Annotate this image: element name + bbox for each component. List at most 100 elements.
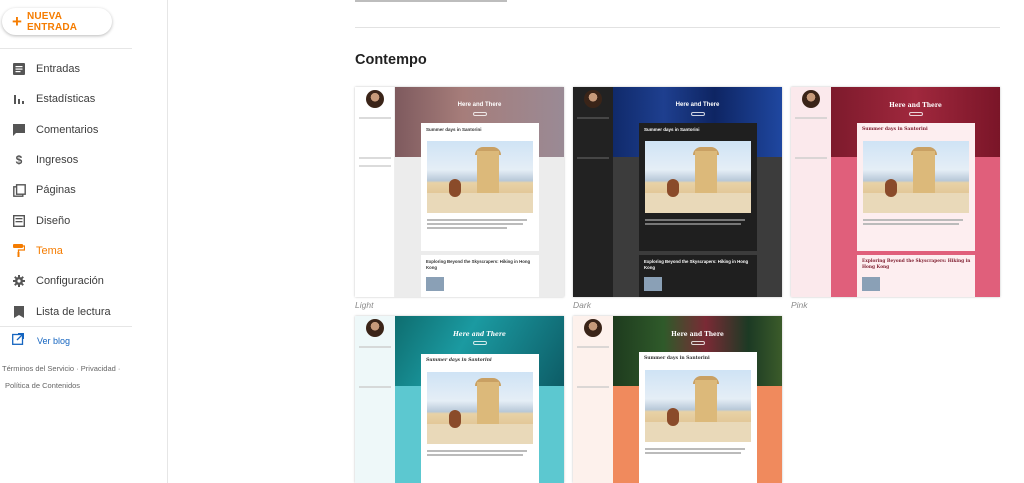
dollar-icon: $ <box>15 153 23 168</box>
theme-sidebar <box>355 87 395 297</box>
sidebar-item-comentarios[interactable]: Comentarios <box>0 115 168 145</box>
privacy-link[interactable]: Privacidad <box>81 364 116 373</box>
sidebar-item-label: Estadísticas <box>36 93 96 106</box>
theme-sidebar <box>573 87 613 297</box>
text-line <box>577 157 609 159</box>
post-image <box>862 277 880 291</box>
theme-header-title: Here and There <box>457 102 502 108</box>
avatar <box>802 90 820 108</box>
theme-post-card: Summer days in Santorini <box>639 352 757 483</box>
view-blog-link[interactable]: Ver blog <box>12 332 70 350</box>
sidebar-item-estadisticas[interactable]: Estadísticas <box>0 84 168 114</box>
sidebar-item-label: Entradas <box>36 63 81 76</box>
theme-post2-title: Exploring Beyond the Skyscrapers: Hiking… <box>862 259 971 270</box>
text-line <box>359 157 391 159</box>
post-image <box>427 141 533 213</box>
theme-post-card: Summer days in Santorini <box>421 123 539 251</box>
theme-header-title: Here and There <box>671 331 724 338</box>
sidebar: + NUEVA ENTRADA Entradas Estadísticas Co… <box>0 0 168 483</box>
text-line <box>645 219 745 221</box>
plus-icon: + <box>12 12 22 31</box>
theme-label-dark: Dark <box>573 300 591 310</box>
sidebar-item-diseno[interactable]: Diseño <box>0 205 168 235</box>
text-line <box>795 117 827 119</box>
main-content: Contempo Here and There Summer days in S… <box>168 0 1024 483</box>
post-image <box>863 141 969 213</box>
sidebar-item-ingresos[interactable]: $ Ingresos <box>0 145 168 175</box>
new-entry-button[interactable]: + NUEVA ENTRADA <box>2 8 112 35</box>
text-line <box>427 219 527 221</box>
theme-thumbnail-sea[interactable]: Here and There Summer days in Santorini <box>355 316 564 483</box>
text-line <box>577 346 609 348</box>
paint-roller-icon <box>12 244 26 258</box>
footer-separator: · <box>117 364 121 373</box>
external-link-icon <box>12 332 25 350</box>
text-line <box>427 450 527 452</box>
footer-separator: · <box>76 364 79 373</box>
sidebar-item-lista-lectura[interactable]: Lista de lectura <box>0 296 168 326</box>
header-pill <box>909 112 923 116</box>
sidebar-item-label: Páginas <box>36 184 76 197</box>
text-line <box>427 454 523 456</box>
theme-post-title: Summer days in Santorini <box>862 127 928 132</box>
layout-icon <box>12 214 26 228</box>
sidebar-item-label: Configuración <box>36 275 104 288</box>
header-pill <box>473 112 487 116</box>
theme-header-title: Here and There <box>675 102 720 108</box>
theme-thumbnail-pink[interactable]: Here and There Summer days in Santorini … <box>791 87 1000 297</box>
sidebar-item-entradas[interactable]: Entradas <box>0 54 168 84</box>
sidebar-divider <box>0 326 132 327</box>
section-title: Contempo <box>355 52 427 68</box>
sidebar-item-label: Comentarios <box>36 123 99 136</box>
theme-thumbnail-light[interactable]: Here and There Summer days in Santorini … <box>355 87 564 297</box>
text-line <box>427 223 523 225</box>
avatar <box>584 319 602 337</box>
theme-post-card: Exploring Beyond the Skyscrapers: Hiking… <box>639 255 757 297</box>
sidebar-footer: Términos del Servicio · Privacidad · Pol… <box>2 360 162 394</box>
sidebar-item-label: Tema <box>36 244 63 257</box>
header-pill <box>691 341 705 345</box>
avatar <box>366 319 384 337</box>
sidebar-item-paginas[interactable]: Páginas <box>0 175 168 205</box>
theme-sidebar <box>791 87 831 297</box>
sidebar-item-label: Ingresos <box>36 154 79 167</box>
sidebar-item-configuracion[interactable]: Configuración <box>0 266 168 296</box>
theme-post-title: Summer days in Santorini <box>426 127 482 132</box>
text-line <box>645 223 741 225</box>
list-icon <box>12 62 26 76</box>
theme-post-card: Summer days in Santorini <box>857 123 975 251</box>
post-image <box>427 372 533 444</box>
sidebar-item-tema[interactable]: Tema <box>0 236 168 266</box>
text-line <box>359 346 391 348</box>
text-line <box>427 227 507 229</box>
text-line <box>577 117 609 119</box>
theme-sidebar <box>573 316 613 483</box>
avatar <box>584 90 602 108</box>
theme-label-pink: Pink <box>791 300 808 310</box>
theme-post-card: Exploring Beyond the Skyscrapers: Hiking… <box>857 255 975 297</box>
theme-post2-title: Exploring Beyond the Skyscrapers: Hiking… <box>644 259 749 270</box>
avatar <box>366 90 384 108</box>
theme-post-card: Summer days in Santorini <box>421 354 539 483</box>
sidebar-item-label: Lista de lectura <box>36 305 111 318</box>
text-line <box>359 117 391 119</box>
theme-post-title: Summer days in Santorini <box>644 127 700 132</box>
post-image <box>426 277 444 291</box>
text-line <box>863 219 963 221</box>
terms-link[interactable]: Términos del Servicio <box>2 364 74 373</box>
bar-chart-icon <box>12 92 26 106</box>
text-line <box>863 223 959 225</box>
sidebar-nav: Entradas Estadísticas Comentarios $ Ingr… <box>0 54 168 327</box>
pages-icon <box>12 183 26 197</box>
theme-thumbnail-dark[interactable]: Here and There Summer days in Santorini … <box>573 87 782 297</box>
theme-post-card: Summer days in Santorini <box>639 123 757 251</box>
theme-post-card: Exploring Beyond the Skyscrapers: Hiking… <box>421 255 539 297</box>
content-policy-link[interactable]: Política de Contenidos <box>5 381 80 390</box>
text-line <box>359 165 391 167</box>
theme-thumbnail-tropical[interactable]: Here and There Summer days in Santorini <box>573 316 782 483</box>
theme-label-light: Light <box>355 300 374 310</box>
previous-section-thumbnail-edge <box>355 0 507 2</box>
text-line <box>359 386 391 388</box>
gear-icon <box>12 274 26 288</box>
text-line <box>577 386 609 388</box>
